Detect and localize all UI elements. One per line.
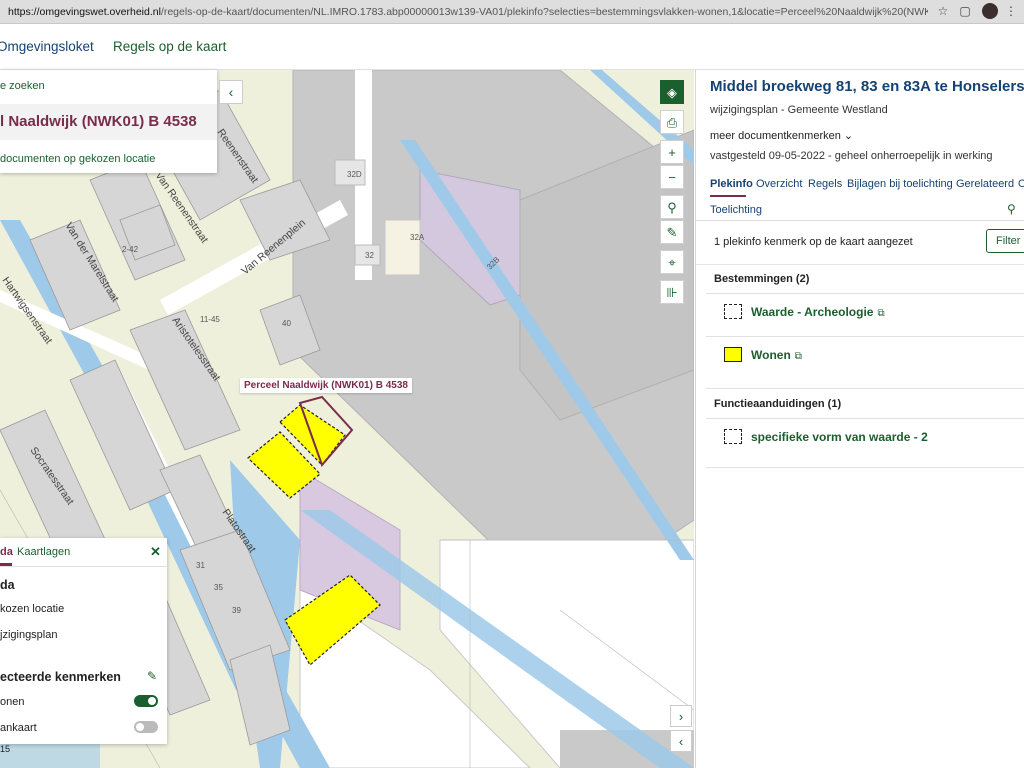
print-button[interactable]: ⎙ xyxy=(660,110,684,134)
tab-regels[interactable]: Regels xyxy=(808,178,842,190)
legend-panel: da Kaartlagen ✕ da kozen locatie jziging… xyxy=(0,538,167,744)
chevron-left-icon: ‹ xyxy=(678,734,684,749)
menu-icon[interactable]: ⋮ xyxy=(1004,4,1018,18)
legend-heading: da xyxy=(0,578,15,592)
toggle-knob xyxy=(136,723,144,731)
draw-button[interactable]: ✎ xyxy=(660,220,684,244)
close-icon[interactable]: ✕ xyxy=(150,544,161,560)
documents-link[interactable]: documenten op gekozen locatie xyxy=(0,153,155,165)
filter-button[interactable]: Filter r xyxy=(986,229,1024,253)
toelichting-bar: Toelichting ⚲ xyxy=(696,198,1024,221)
selected-features-heading: ecteerde kenmerken xyxy=(0,670,121,684)
plekinfo-count: 1 plekinfo kenmerk op de kaart aangezet xyxy=(714,236,913,248)
tab-overflow[interactable]: O xyxy=(1018,178,1024,190)
document-title: Middel broekweg 81, 83 en 83A te Honsele… xyxy=(710,78,1024,95)
house-number-2-42: 2-42 xyxy=(122,245,139,254)
legend-row-location: kozen locatie xyxy=(0,603,65,615)
divider xyxy=(706,388,1024,389)
browser-address-bar[interactable]: https://omgevingswet.overheid.nl/regels-… xyxy=(0,0,1024,24)
minus-icon: − xyxy=(668,170,676,185)
extensions-icon[interactable]: ▢ xyxy=(958,4,972,18)
pin-button[interactable]: ⚲ xyxy=(660,195,684,219)
print-icon: ⎙ xyxy=(666,115,678,130)
collapse-panel-button[interactable]: ‹ xyxy=(219,80,243,104)
scale-bar: 15 xyxy=(0,744,30,764)
tab-bijlagen[interactable]: Bijlagen bij toelichting xyxy=(847,178,953,190)
search-icon[interactable]: ⚲ xyxy=(1007,202,1016,216)
toggle-label-wonen: onen xyxy=(0,696,25,708)
archeologie-swatch xyxy=(724,304,742,319)
pin-icon: ⚲ xyxy=(667,200,677,215)
functie-swatch xyxy=(724,429,742,444)
tab-underline xyxy=(0,563,12,566)
document-subtitle: wijzigingsplan - Gemeente Westland xyxy=(710,104,888,116)
tab-kaartlagen[interactable]: Kaartlagen xyxy=(17,546,70,558)
toelichting-link[interactable]: Toelichting xyxy=(710,204,762,216)
toggle-basiskaart[interactable] xyxy=(134,721,158,733)
zoom-in-button[interactable]: + xyxy=(660,140,684,164)
toggle-knob xyxy=(148,697,156,705)
document-panel: Middel broekweg 81, 83 en 83A te Honsele… xyxy=(695,70,1024,768)
house-number-11-45: 11-45 xyxy=(200,315,220,324)
next-button[interactable]: › xyxy=(670,705,692,727)
divider xyxy=(706,418,1024,419)
divider xyxy=(706,293,1024,294)
locate-button[interactable]: ⌖ xyxy=(660,250,684,274)
house-number-32a: 32A xyxy=(410,233,425,242)
house-number-39: 39 xyxy=(232,606,241,615)
house-number-31: 31 xyxy=(196,561,205,570)
functie-label[interactable]: specifieke vorm van waarde - 2 xyxy=(751,430,928,444)
house-number-40: 40 xyxy=(282,319,291,328)
app-header: Omgevingsloket Regels op de kaart xyxy=(0,24,1024,70)
profile-avatar[interactable] xyxy=(982,3,998,19)
location-panel: e zoeken l Naaldwijk (NWK01) B 4538 docu… xyxy=(0,70,217,173)
nav-regels-op-de-kaart[interactable]: Regels op de kaart xyxy=(113,39,226,54)
external-link-icon[interactable]: ⧉ xyxy=(877,308,884,319)
scale-text: 15 xyxy=(0,744,11,754)
plus-icon: + xyxy=(668,145,676,160)
app-name[interactable]: Omgevingsloket xyxy=(0,39,94,54)
more-document-properties[interactable]: meer documentkenmerken ⌄ xyxy=(710,129,853,142)
ruler-icon: ⊪ xyxy=(666,285,678,300)
zoom-out-button[interactable]: − xyxy=(660,165,684,189)
tab-plekinfo[interactable]: Plekinfo xyxy=(710,178,753,190)
house-number-32: 32 xyxy=(365,251,374,260)
bestemming-label[interactable]: Waarde - Archeologie xyxy=(751,305,873,319)
pencil-icon: ✎ xyxy=(666,225,678,240)
perceel-label: Perceel Naaldwijk (NWK01) B 4538 xyxy=(240,378,412,393)
location-title: l Naaldwijk (NWK01) B 4538 xyxy=(0,104,217,140)
url-text[interactable]: https://omgevingswet.overheid.nl/regels-… xyxy=(0,6,928,18)
house-number-32d: 32D xyxy=(347,170,362,179)
functieaanduidingen-header: Functieaanduidingen (1) xyxy=(714,398,842,410)
active-tab-underline xyxy=(710,195,746,197)
house-number-35: 35 xyxy=(214,583,223,592)
previous-button[interactable]: ‹ xyxy=(670,730,692,752)
plekinfo-summary: 1 plekinfo kenmerk op de kaart aangezet … xyxy=(696,220,1024,265)
divider xyxy=(706,467,1024,468)
toggle-wonen[interactable] xyxy=(134,695,158,707)
back-to-search-link[interactable]: e zoeken xyxy=(0,80,45,92)
chevron-left-icon: ‹ xyxy=(228,84,234,100)
layers-button[interactable]: ◈ xyxy=(660,80,684,104)
bookmark-star-icon[interactable]: ☆ xyxy=(936,4,950,18)
layers-icon: ◈ xyxy=(667,85,677,100)
bestemming-label[interactable]: Wonen xyxy=(751,348,791,362)
bestemmingen-header: Bestemmingen (2) xyxy=(714,273,810,285)
wonen-swatch xyxy=(724,347,742,362)
document-tabs: Plekinfo Overzicht Regels Bijlagen bij t… xyxy=(710,178,1024,198)
external-link-icon[interactable]: ⧉ xyxy=(795,351,802,362)
tab-overzicht[interactable]: Overzicht xyxy=(756,178,802,190)
toggle-label-basiskaart: ankaart xyxy=(0,722,37,734)
divider xyxy=(706,336,1024,337)
chevron-down-icon: ⌄ xyxy=(843,130,854,142)
document-status: vastgesteld 09-05-2022 - geheel onherroe… xyxy=(710,150,993,162)
edit-pencil-icon[interactable]: ✎ xyxy=(147,669,157,683)
legend-row-plan: jzigingsplan xyxy=(0,629,58,641)
tab-gerelateerd[interactable]: Gerelateerd xyxy=(956,178,1014,190)
measure-button[interactable]: ⊪ xyxy=(660,280,684,304)
chevron-right-icon: › xyxy=(678,709,684,724)
tab-legenda[interactable]: da xyxy=(0,546,13,558)
legend-tabs: da Kaartlagen ✕ xyxy=(0,538,167,567)
crosshair-icon: ⌖ xyxy=(668,255,676,270)
